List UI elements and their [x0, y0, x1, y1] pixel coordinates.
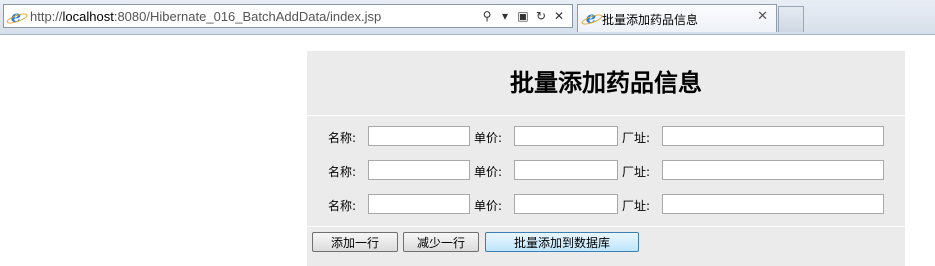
dropdown-icon[interactable]: ▾	[498, 8, 512, 24]
price-input[interactable]	[514, 194, 618, 214]
factory-label: 厂址:	[622, 165, 651, 179]
price-input[interactable]	[514, 160, 618, 180]
name-label: 名称:	[328, 199, 357, 213]
divider	[307, 226, 905, 227]
url-host: localhost	[62, 9, 114, 24]
refresh-icon[interactable]: ↻	[534, 8, 548, 24]
browser-chrome: e http://localhost:8080/Hibernate_016_Ba…	[0, 0, 935, 35]
remove-row-button[interactable]: 减少一行	[403, 232, 479, 252]
name-label: 名称:	[328, 131, 357, 145]
name-input[interactable]	[368, 194, 470, 214]
compatibility-view-icon[interactable]: ▣	[516, 8, 530, 24]
tab-ie-icon: e	[583, 10, 599, 26]
factory-input[interactable]	[662, 160, 884, 180]
drug-row: 名称: 单价: 厂址:	[307, 158, 905, 184]
url-text[interactable]: http://localhost:8080/Hibernate_016_Batc…	[30, 9, 381, 24]
factory-label: 厂址:	[622, 199, 651, 213]
submit-to-database-button[interactable]: 批量添加到数据库	[485, 232, 639, 252]
page-title: 批量添加药品信息	[510, 68, 702, 97]
new-tab-button[interactable]	[778, 6, 804, 32]
tab-close-icon[interactable]: ✕	[757, 9, 768, 24]
browser-tab[interactable]: e 批量添加药品信息 ✕	[577, 4, 777, 32]
price-label: 单价:	[474, 165, 503, 179]
price-input[interactable]	[514, 126, 618, 146]
name-input[interactable]	[368, 126, 470, 146]
tab-title: 批量添加药品信息	[602, 13, 699, 27]
stop-icon[interactable]: ✕	[552, 8, 566, 24]
factory-input[interactable]	[662, 194, 884, 214]
drug-row: 名称: 单价: 厂址:	[307, 192, 905, 218]
url-path: :8080/Hibernate_016_BatchAddData/index.j…	[113, 9, 382, 24]
add-row-button[interactable]: 添加一行	[312, 232, 398, 252]
factory-input[interactable]	[662, 126, 884, 146]
address-bar[interactable]: e http://localhost:8080/Hibernate_016_Ba…	[3, 4, 573, 28]
divider	[307, 115, 905, 116]
drug-row: 名称: 单价: 厂址:	[307, 124, 905, 150]
price-label: 单价:	[474, 199, 503, 213]
search-icon[interactable]: ⚲	[480, 8, 494, 24]
name-input[interactable]	[368, 160, 470, 180]
name-label: 名称:	[328, 165, 357, 179]
price-label: 单价:	[474, 131, 503, 145]
factory-label: 厂址:	[622, 131, 651, 145]
url-prefix: http://	[30, 9, 63, 24]
ie-icon: e	[8, 9, 24, 25]
form-panel: 批量添加药品信息 名称: 单价: 厂址: 名称: 单价: 厂址: 名称: 单价:…	[307, 51, 905, 266]
